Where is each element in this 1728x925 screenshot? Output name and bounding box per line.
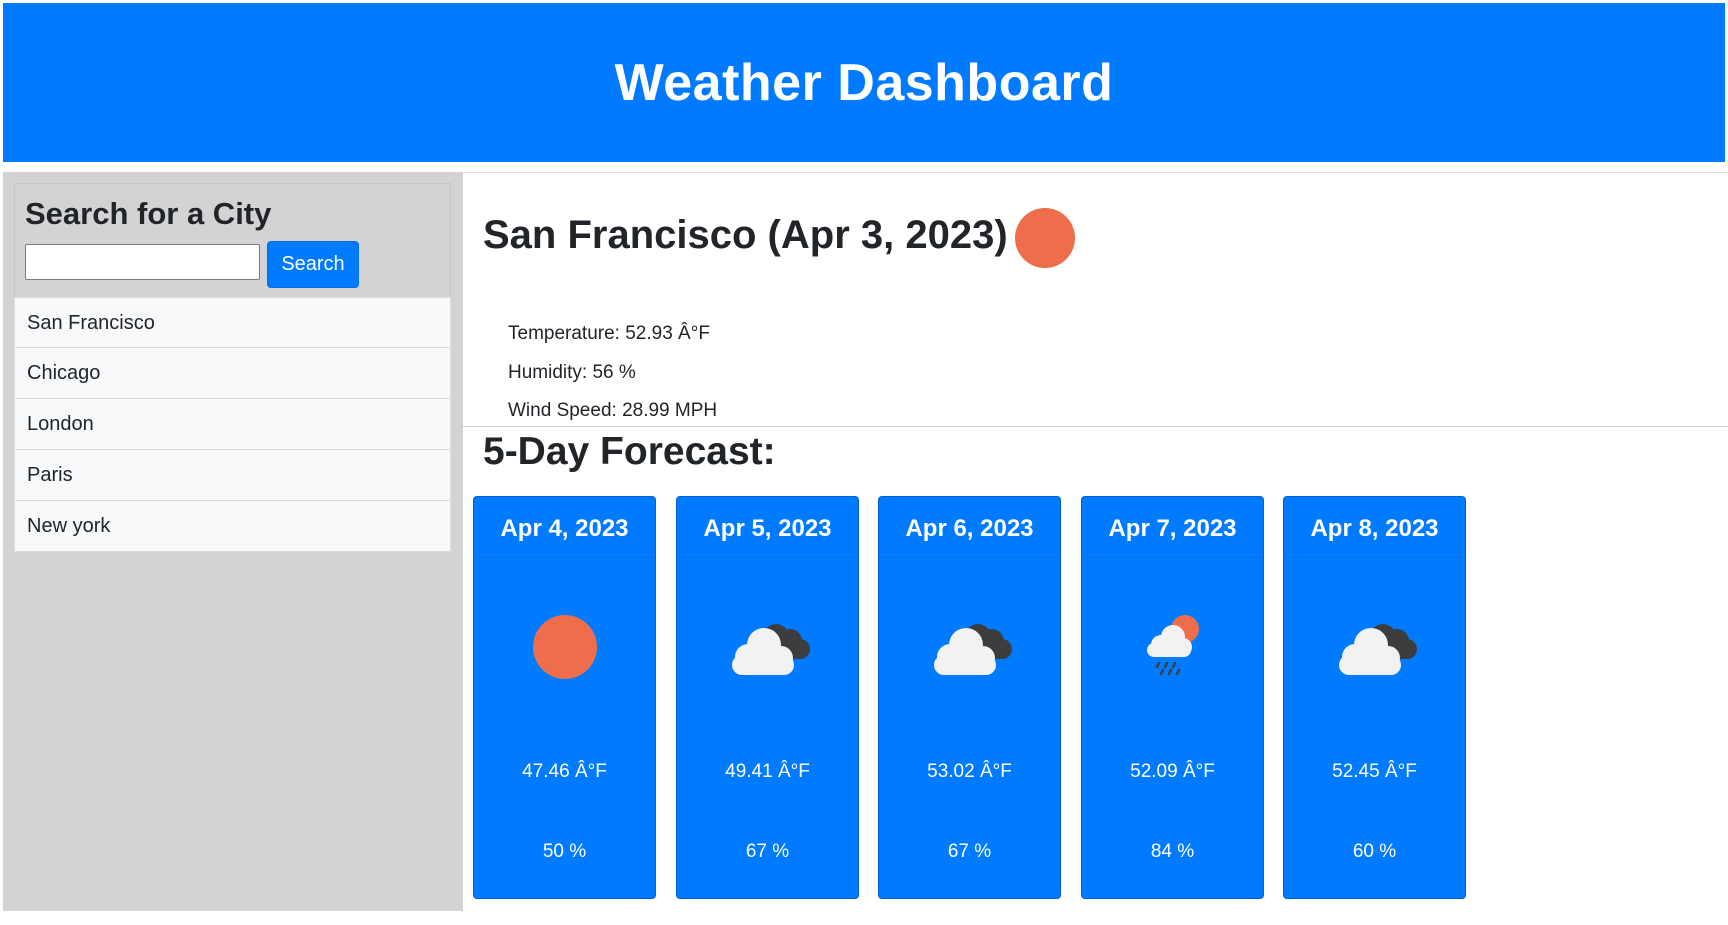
broken-clouds-icon	[731, 624, 810, 675]
forecast-temperature: 49.41 Â°F	[725, 761, 810, 782]
search-panel: Search for a City Search	[14, 183, 451, 298]
sidebar: Search for a City Search San Francisco C…	[3, 172, 463, 911]
current-temperature: Temperature: 52.93 Â°F	[508, 323, 710, 344]
forecast-card: Apr 7, 2023 52.09 Â°F 84 %	[1081, 496, 1264, 899]
forecast-card: Apr 5, 2023 49.41 Â°F 67 %	[676, 496, 859, 899]
forecast-temperature: 53.02 Â°F	[927, 761, 1012, 782]
forecast-card: Apr 8, 2023 52.45 Â°F 60 %	[1283, 496, 1466, 899]
forecast-humidity: 67 %	[745, 841, 790, 862]
forecast-temperature: 52.45 Â°F	[1332, 761, 1417, 782]
search-button[interactable]: Search	[267, 241, 359, 288]
forecast-card: Apr 4, 2023 47.46 Â°F 50 %	[473, 496, 656, 899]
forecast-humidity: 50 %	[542, 841, 587, 862]
forecast-temperature: 47.46 Â°F	[522, 761, 607, 782]
search-history-list: San Francisco Chicago London Paris New y…	[14, 297, 451, 552]
page-title: Weather Dashboard	[614, 53, 1114, 112]
forecast-humidity: 84 %	[1150, 841, 1195, 862]
forecast-date: Apr 6, 2023	[879, 497, 1060, 558]
history-item-san-francisco[interactable]: San Francisco	[14, 297, 451, 348]
forecast-date: Apr 7, 2023	[1082, 497, 1263, 558]
sun-icon	[1015, 208, 1075, 268]
forecast-humidity: 67 %	[947, 841, 992, 862]
history-item-paris[interactable]: Paris	[14, 450, 451, 501]
forecast-card: Apr 6, 2023 53.02 Â°F 67 %	[878, 496, 1061, 899]
history-item-chicago[interactable]: Chicago	[14, 348, 451, 399]
broken-clouds-icon	[1338, 624, 1417, 675]
city-search-input[interactable]	[25, 244, 260, 280]
forecast-humidity: 60 %	[1352, 841, 1397, 862]
broken-clouds-icon	[933, 624, 1012, 675]
current-humidity: Humidity: 56 %	[508, 361, 636, 383]
history-item-new-york[interactable]: New york	[14, 501, 451, 552]
history-item-london[interactable]: London	[14, 399, 451, 450]
rain-sun-icon	[1146, 615, 1199, 676]
forecast-date: Apr 8, 2023	[1284, 497, 1465, 558]
page: Weather Dashboard Search for a City Sear…	[0, 0, 1728, 925]
forecast-temperature: 52.09 Â°F	[1130, 761, 1215, 782]
forecast-date: Apr 4, 2023	[474, 497, 655, 558]
current-stats: Temperature: 52.93 Â°F Humidity: 56 % Wi…	[508, 315, 717, 431]
page-header: Weather Dashboard	[3, 3, 1725, 162]
forecast-title: 5-Day Forecast:	[483, 430, 776, 473]
forecast-date: Apr 5, 2023	[677, 497, 858, 558]
search-title: Search for a City	[25, 196, 272, 231]
current-city-title: San Francisco (Apr 3, 2023)	[483, 213, 1008, 257]
current-weather: San Francisco (Apr 3, 2023) Temperature:…	[463, 172, 1728, 427]
sun-icon	[532, 615, 597, 679]
current-wind-speed: Wind Speed: 28.99 MPH	[508, 400, 718, 421]
